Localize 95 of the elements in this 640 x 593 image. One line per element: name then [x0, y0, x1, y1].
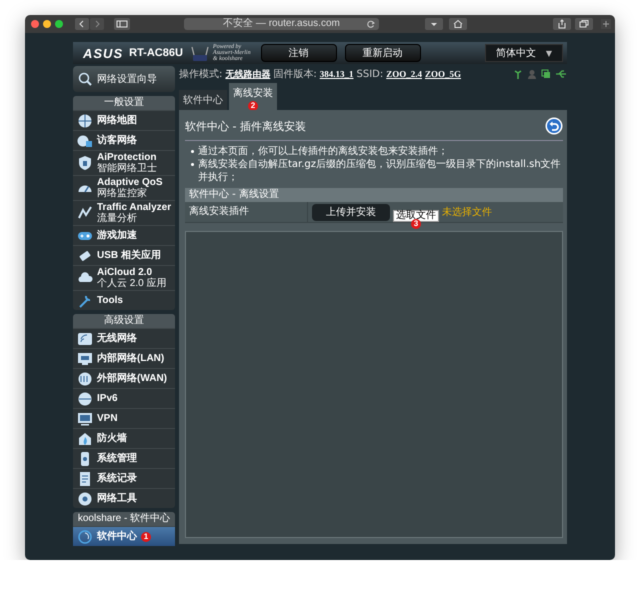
menu-item-label: Adaptive QoS	[97, 177, 163, 188]
section-heading: koolshare - 软件中心	[73, 512, 175, 526]
menu-item[interactable]: 系统记录	[73, 468, 175, 488]
menu-item[interactable]: IPv6	[73, 388, 175, 408]
menu-item-label: 防火墙	[97, 433, 127, 444]
section-heading: 高级设置	[73, 314, 175, 328]
step-badge: 2	[248, 101, 258, 111]
menu-item[interactable]: VPN	[73, 408, 175, 428]
menu-item-label: 软件中心	[97, 531, 137, 542]
file-status: 未选择文件	[442, 206, 492, 219]
antenna-icon[interactable]	[513, 69, 523, 79]
menu-item-label: Traffic Analyzer	[97, 202, 172, 213]
menu-item-label: IPv6	[97, 393, 118, 404]
menu-item[interactable]: 网络地图	[73, 110, 175, 130]
menu-item-sublabel: 流量分析	[97, 213, 138, 224]
download-icon[interactable]	[425, 18, 443, 30]
network-icon	[77, 132, 93, 148]
menu-item[interactable]: 游戏加速	[73, 225, 175, 245]
menu-item-label: USB 相关应用	[97, 250, 161, 261]
status-label: SSID:	[356, 68, 384, 80]
menu-item-label: 系统管理	[97, 453, 137, 464]
menu-item-label: 无线网络	[97, 333, 137, 344]
monitor-icon	[77, 410, 93, 426]
page-title: 软件中心 - 插件离线安装	[185, 118, 306, 134]
swirl-icon	[77, 528, 93, 544]
header-button[interactable]: 注销	[260, 44, 337, 62]
back-arrow-icon[interactable]	[545, 117, 563, 135]
chart-icon	[77, 205, 93, 221]
tab[interactable]: 离线安装 2	[229, 83, 277, 110]
menu-item[interactable]: 系统管理	[73, 448, 175, 468]
url-text: 不安全 — router.asus.com	[223, 18, 340, 30]
menu-item-label: 网络地图	[97, 115, 137, 126]
wizard-button[interactable]: 网络设置向导	[73, 66, 175, 92]
menu-item[interactable]: AiCloud 2.0 个人云 2.0 应用	[73, 265, 175, 290]
step-badge: 3	[411, 218, 421, 228]
wireless-icon	[77, 330, 93, 346]
sidebar-icon[interactable]	[114, 18, 130, 30]
field-label: 离线安装插件	[185, 202, 308, 222]
language-dropdown[interactable]: 简体中文 ▼	[485, 44, 563, 62]
status-label: 操作模式:	[179, 68, 222, 81]
choose-file-button[interactable]: 选取文件	[393, 210, 439, 222]
menu-item[interactable]: AiProtection 智能网络卫士	[73, 150, 175, 175]
status-link[interactable]: 无线路由器	[225, 68, 270, 80]
magnifier-icon	[77, 71, 93, 87]
menu-item-label: 系统记录	[97, 473, 137, 484]
menu-item-label: AiProtection	[97, 152, 157, 163]
shield-icon	[77, 155, 93, 171]
menu-item[interactable]: 无线网络	[73, 328, 175, 348]
menu-item-sublabel: 智能网络卫士	[97, 163, 157, 174]
status-link[interactable]: 384.13_1	[320, 69, 354, 79]
menu-item-sublabel: 个人云 2.0 应用	[97, 278, 166, 289]
status-link[interactable]: ZOO_2.4	[386, 69, 422, 79]
back-icon[interactable]	[75, 18, 89, 30]
tabs-icon[interactable]	[575, 18, 593, 30]
upload-button[interactable]: 上传并安装	[312, 204, 390, 220]
menu-item-label: Tools	[97, 295, 123, 306]
menu-item-label: 游戏加速	[97, 230, 137, 241]
monitor-icon	[77, 350, 93, 366]
menu-item[interactable]: Tools	[73, 290, 175, 310]
section-heading: 一般设置	[73, 96, 175, 110]
status-label: 固件版本:	[273, 68, 317, 81]
reload-icon[interactable]	[367, 20, 375, 28]
brand-logo: ASUS	[83, 46, 124, 60]
table-heading: 软件中心 - 离线设置	[185, 188, 563, 202]
usb-icon[interactable]	[555, 69, 567, 79]
model-name: RT-AC86U	[129, 47, 183, 59]
devices-icon[interactable]	[541, 69, 551, 79]
step-badge: 1	[141, 532, 151, 542]
menu-item-label: 访客网络	[97, 135, 137, 146]
menu-item[interactable]: 防火墙	[73, 428, 175, 448]
menu-item-label: 外部网络(WAN)	[97, 373, 167, 384]
home-icon[interactable]	[449, 18, 467, 30]
menu-item[interactable]: 访客网络	[73, 130, 175, 150]
menu-item-label: AiCloud 2.0	[97, 267, 152, 278]
header-button[interactable]: 重新启动	[344, 44, 421, 62]
menu-item-sublabel: 网络监控家	[97, 188, 148, 199]
status-link[interactable]: ZOO_5G	[424, 69, 461, 79]
menu-item[interactable]: Adaptive QoS 网络监控家	[73, 175, 175, 200]
address-bar[interactable]: 不安全 — router.asus.com	[184, 18, 379, 30]
menu-item[interactable]: USB 相关应用	[73, 245, 175, 265]
house-icon	[77, 430, 93, 446]
menu-item[interactable]: 软件中心 1	[73, 526, 175, 546]
menu-item[interactable]: 内部网络(LAN)	[73, 348, 175, 368]
menu-item-label: 内部网络(LAN)	[97, 353, 164, 364]
menu-item[interactable]: 外部网络(WAN)	[73, 368, 175, 388]
instruction-text: 离线安装会自动解压tar.gz后缀的压缩包，识别压缩包一级目录下的install.sh文件并执行；	[198, 158, 562, 184]
document-icon	[77, 470, 93, 486]
menu-item[interactable]: Traffic Analyzer 流量分析	[73, 200, 175, 225]
share-icon[interactable]	[553, 18, 571, 30]
add-tab-icon[interactable]	[601, 19, 611, 29]
menu-item[interactable]: 网络工具	[73, 488, 175, 508]
instruction-text: 通过本页面，你可以上传插件的离线安装包来安装插件；	[198, 145, 448, 158]
menu-item-label: 网络工具	[97, 493, 137, 504]
menu-item-label: VPN	[97, 413, 118, 424]
tab[interactable]: 软件中心	[179, 90, 227, 110]
